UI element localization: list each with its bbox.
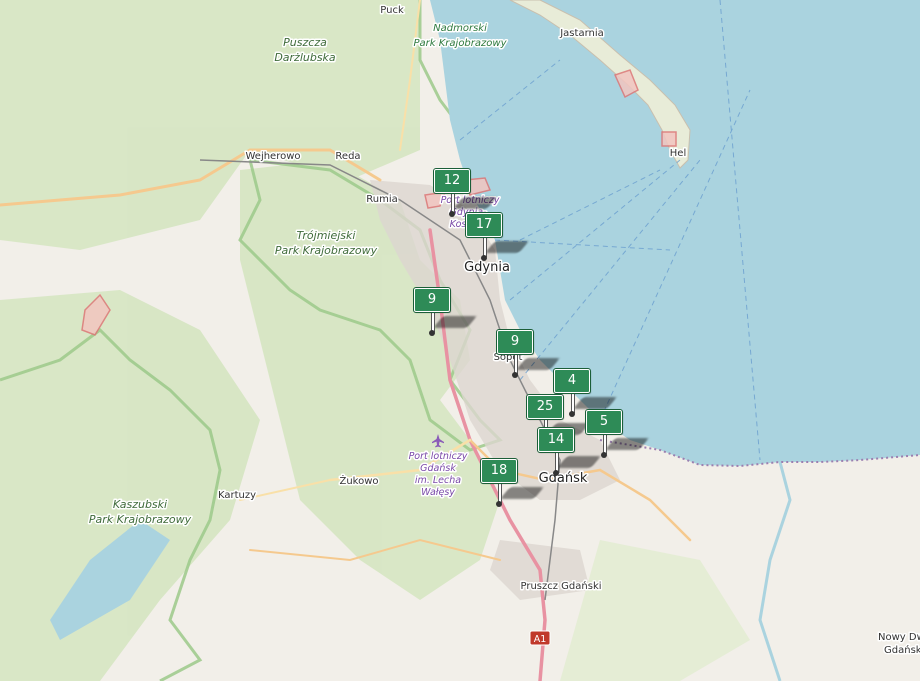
label-puck: Puck: [380, 5, 404, 16]
label-trojmiejski-1: Trójmiejski: [297, 229, 356, 242]
marker-count[interactable]: 18: [480, 458, 518, 484]
label-hel: Hel: [670, 148, 686, 159]
label-nowy-dwor-1: Nowy Dw: [878, 632, 920, 643]
label-wejherowo: Wejherowo: [245, 151, 300, 162]
marker-pole: [603, 434, 607, 454]
marker-count[interactable]: 5: [585, 409, 623, 435]
marker-pole: [498, 483, 502, 503]
map-marker[interactable]: 12: [433, 168, 498, 221]
label-nadmorski-2: Park Krajobrazowy: [414, 38, 508, 49]
marker-pole: [571, 393, 575, 413]
label-kartuzy: Kartuzy: [218, 490, 256, 501]
map-canvas[interactable]: A1 Puck Nadmorski Park Krajobrazowy Jast…: [0, 0, 920, 681]
label-kaszubski-1: Kaszubski: [113, 498, 167, 511]
marker-count[interactable]: 12: [433, 168, 471, 194]
marker-count[interactable]: 14: [537, 427, 575, 453]
label-nowy-dwor-2: Gdańsk: [884, 644, 920, 656]
marker-count[interactable]: 17: [465, 212, 503, 238]
marker-tip: [481, 255, 487, 261]
map-marker[interactable]: 9: [413, 287, 478, 340]
marker-pole: [483, 237, 487, 257]
label-reda: Reda: [335, 151, 360, 162]
marker-tip: [569, 411, 575, 417]
marker-tip: [553, 470, 559, 476]
map-marker[interactable]: 17: [465, 212, 530, 265]
label-port-gdansk-1: Port lotniczy: [409, 451, 468, 462]
marker-count[interactable]: 25: [526, 394, 564, 420]
road-shield-a1: A1: [529, 630, 551, 646]
label-nadmorski-1: Nadmorski: [433, 23, 487, 34]
road-a1-label: A1: [534, 634, 547, 645]
map-marker[interactable]: 9: [496, 329, 561, 382]
marker-pole: [431, 312, 435, 332]
label-rumia: Rumia: [366, 194, 397, 205]
marker-count[interactable]: 4: [553, 368, 591, 394]
label-jastarnia: Jastarnia: [559, 28, 604, 39]
label-puszcza-2: Darżlubska: [274, 51, 336, 64]
map-marker[interactable]: 14: [537, 427, 602, 480]
map-marker[interactable]: 18: [480, 458, 545, 511]
marker-pole: [451, 193, 455, 213]
label-puszcza-1: Puszcza: [283, 36, 327, 49]
marker-tip: [496, 501, 502, 507]
marker-count[interactable]: 9: [413, 287, 451, 313]
marker-pole: [514, 354, 518, 374]
marker-tip: [449, 211, 455, 217]
label-port-gdansk-2: Gdańsk: [420, 463, 456, 474]
label-port-gdansk-3: im. Lecha: [415, 475, 461, 486]
marker-tip: [512, 372, 518, 378]
label-port-gdansk-4: Wałęsy: [421, 487, 455, 498]
marker-pole: [555, 452, 559, 472]
label-kaszubski-2: Park Krajobrazowy: [89, 513, 192, 526]
marker-tip: [601, 452, 607, 458]
marker-count[interactable]: 9: [496, 329, 534, 355]
map-marker[interactable]: 5: [585, 409, 650, 462]
label-trojmiejski-2: Park Krajobrazowy: [275, 244, 378, 257]
label-zukowo: Żukowo: [339, 474, 378, 487]
label-pruszcz: Pruszcz Gdański: [520, 580, 601, 592]
marker-tip: [429, 330, 435, 336]
